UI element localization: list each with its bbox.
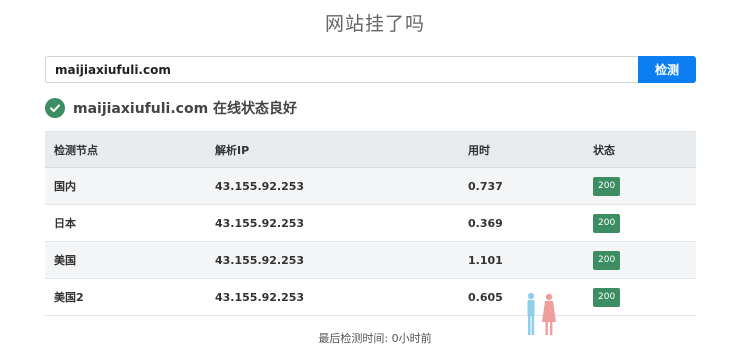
status-badge: 200	[593, 250, 621, 270]
table-row: 美国2 43.155.92.253 0.605 200	[45, 278, 696, 316]
column-header-node: 检测节点	[45, 131, 206, 168]
column-header-ip: 解析IP	[206, 131, 459, 168]
check-button[interactable]: 检测	[638, 56, 696, 83]
node-cell: 美国	[54, 254, 76, 267]
status-badge: 200	[593, 213, 621, 233]
status-badge: 200	[593, 176, 621, 196]
page-title: 网站挂了吗	[324, 13, 425, 35]
table-row: 美国 43.155.92.253 1.101 200	[45, 241, 696, 279]
ip-cell: 43.155.92.253	[215, 179, 305, 193]
ip-cell: 43.155.92.253	[215, 253, 305, 267]
status-line: maijiaxiufuli.com 在线状态良好	[45, 97, 297, 119]
time-cell: 0.737	[468, 179, 503, 193]
node-cell: 国内	[54, 180, 76, 193]
time-cell: 1.101	[468, 253, 503, 267]
status-cell: 200	[584, 242, 696, 279]
domain-input[interactable]	[45, 56, 638, 83]
table-header-row: 检测节点 解析IP 用时 状态	[45, 131, 696, 168]
results-table: 检测节点 解析IP 用时 状态 国内 43.155.92.253 0.737 2…	[45, 131, 696, 316]
column-header-status: 状态	[584, 131, 696, 168]
status-cell: 200	[584, 205, 696, 242]
status-cell: 200	[584, 279, 696, 316]
check-circle-icon	[45, 98, 65, 118]
status-text: maijiaxiufuli.com 在线状态良好	[73, 101, 298, 117]
page: 网站挂了吗 检测 maijiaxiufuli.com 在线状态良好 检测节点 解…	[0, 0, 750, 352]
ip-cell: 43.155.92.253	[215, 216, 305, 230]
node-cell: 日本	[54, 217, 76, 230]
table-row: 日本 43.155.92.253 0.369 200	[45, 204, 696, 242]
last-check-text: 最后检测时间: 0小时前	[318, 332, 432, 345]
status-badge: 200	[593, 287, 621, 307]
node-cell: 美国2	[54, 291, 84, 304]
table-row: 国内 43.155.92.253 0.737 200	[45, 167, 696, 205]
ip-cell: 43.155.92.253	[215, 290, 305, 304]
column-header-time: 用时	[459, 131, 584, 168]
time-cell: 0.369	[468, 216, 503, 230]
search-bar: 检测	[45, 56, 696, 83]
status-cell: 200	[584, 168, 696, 205]
